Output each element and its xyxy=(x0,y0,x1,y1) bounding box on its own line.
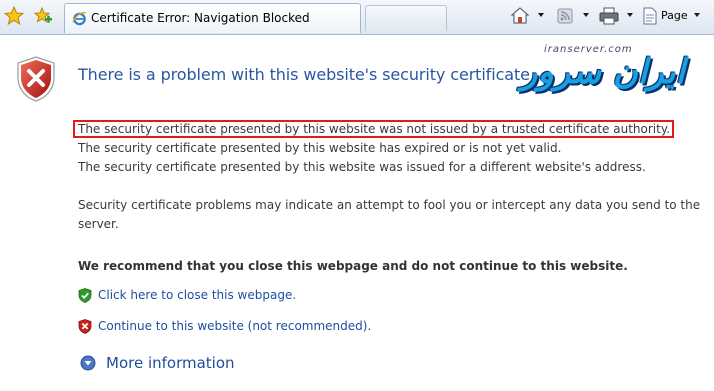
rss-feed-icon[interactable] xyxy=(555,5,575,27)
close-webpage-link[interactable]: Click here to close this webpage. xyxy=(98,288,296,302)
iranserver-logo-persian: ایران سرور xyxy=(520,52,685,92)
ie-logo-icon xyxy=(72,11,87,26)
page-menu-label[interactable]: Page xyxy=(661,9,688,22)
tab-title: Certificate Error: Navigation Blocked xyxy=(91,11,310,25)
more-information-link[interactable]: More information xyxy=(106,354,235,372)
tab-certificate-error[interactable]: Certificate Error: Navigation Blocked xyxy=(64,3,361,33)
browser-toolbar: Certificate Error: Navigation Blocked Pa… xyxy=(0,0,714,35)
warning-text-line2: server. xyxy=(78,217,119,231)
green-shield-check-icon xyxy=(78,288,92,303)
continue-website-link[interactable]: Continue to this website (not recommende… xyxy=(98,319,371,333)
home-icon[interactable] xyxy=(510,5,530,27)
security-error-shield-icon xyxy=(17,56,55,102)
print-dropdown-icon[interactable] xyxy=(627,13,633,17)
recommendation-text: We recommend that you close this webpage… xyxy=(78,259,628,273)
favorites-star-icon[interactable] xyxy=(4,6,24,26)
home-dropdown-icon[interactable] xyxy=(538,13,544,17)
rss-dropdown-icon[interactable] xyxy=(583,13,589,17)
page-icon[interactable] xyxy=(641,5,659,27)
new-tab-button[interactable] xyxy=(365,5,447,31)
expand-chevron-icon[interactable] xyxy=(80,355,96,371)
red-shield-x-icon xyxy=(78,319,92,334)
add-favorite-icon[interactable] xyxy=(33,6,53,26)
reason-untrusted-authority: The security certificate presented by th… xyxy=(78,122,671,136)
page-dropdown-icon[interactable] xyxy=(694,13,700,17)
page-title: There is a problem with this website's s… xyxy=(78,65,535,84)
print-icon[interactable] xyxy=(598,5,620,27)
warning-text-line1: Security certificate problems may indica… xyxy=(78,198,701,212)
reason-address-mismatch: The security certificate presented by th… xyxy=(78,160,646,174)
reason-expired: The security certificate presented by th… xyxy=(78,141,562,155)
